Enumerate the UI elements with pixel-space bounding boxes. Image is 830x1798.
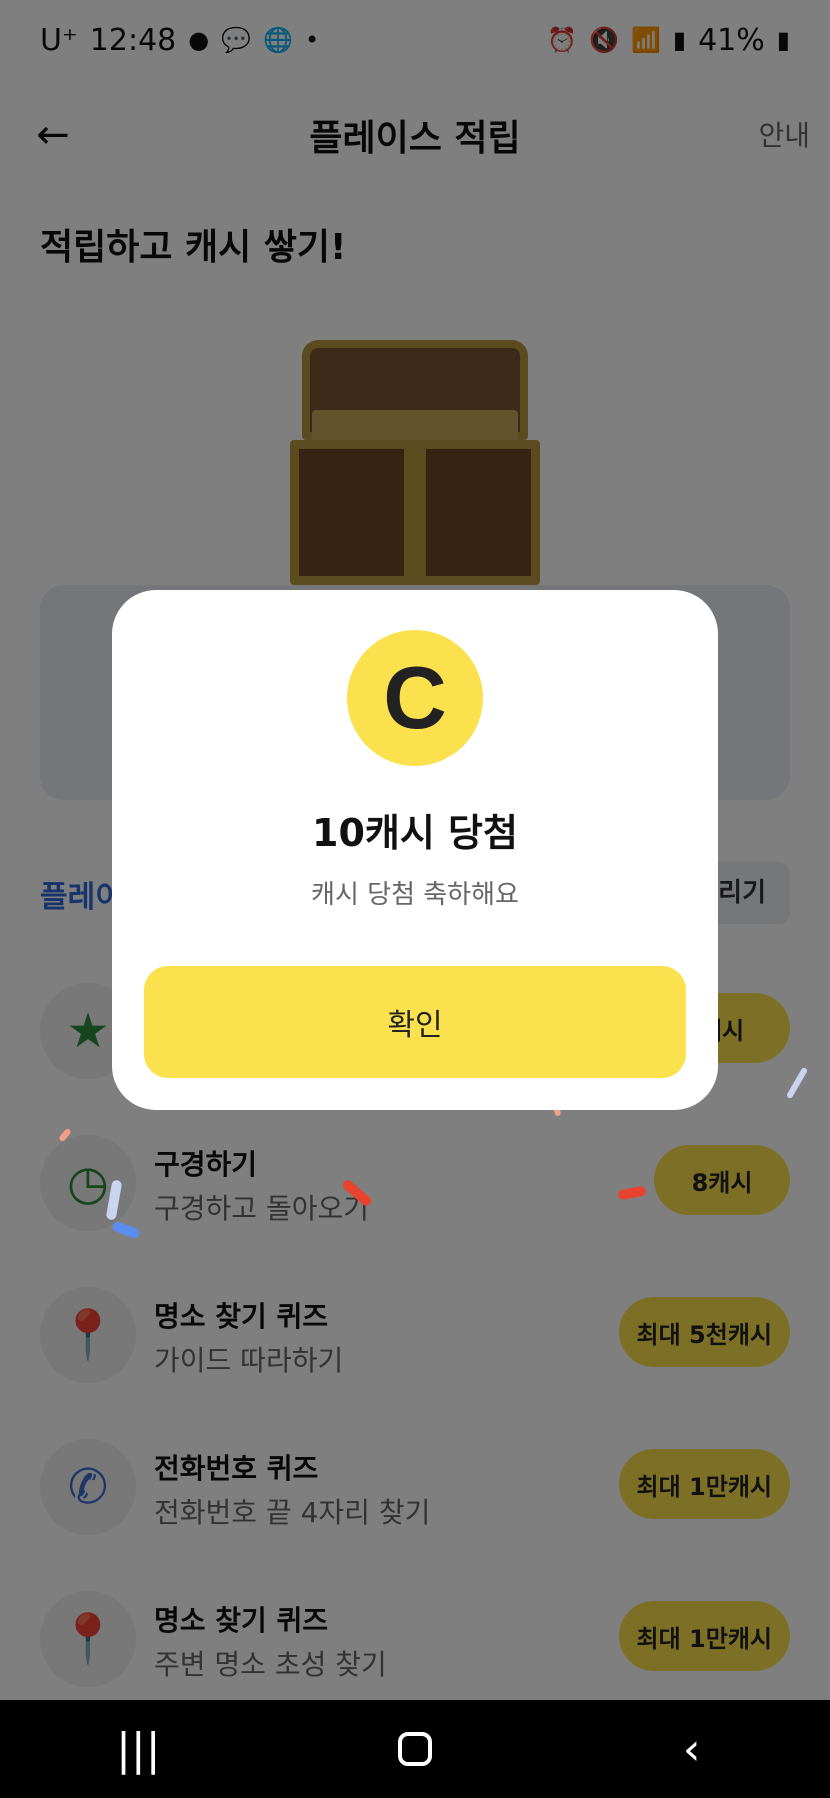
reward-dialog: C 10캐시 당첨 캐시 당첨 축하해요 확인 (112, 590, 718, 1110)
chevron-left-icon: ‹ (682, 1723, 701, 1775)
dialog-title: 10캐시 당첨 (312, 811, 518, 855)
home-icon (397, 1732, 432, 1766)
recent-apps-icon: ||| (116, 1723, 161, 1775)
system-nav-bar: ||| ‹ (0, 1700, 830, 1798)
home-button[interactable] (355, 1709, 475, 1789)
back-nav-button[interactable]: ‹ (632, 1709, 752, 1789)
recent-apps-button[interactable]: ||| (78, 1709, 198, 1789)
cash-coin-icon: C (347, 630, 483, 766)
dialog-subtitle: 캐시 당첨 축하해요 (311, 880, 519, 910)
confirm-button[interactable]: 확인 (144, 966, 686, 1078)
